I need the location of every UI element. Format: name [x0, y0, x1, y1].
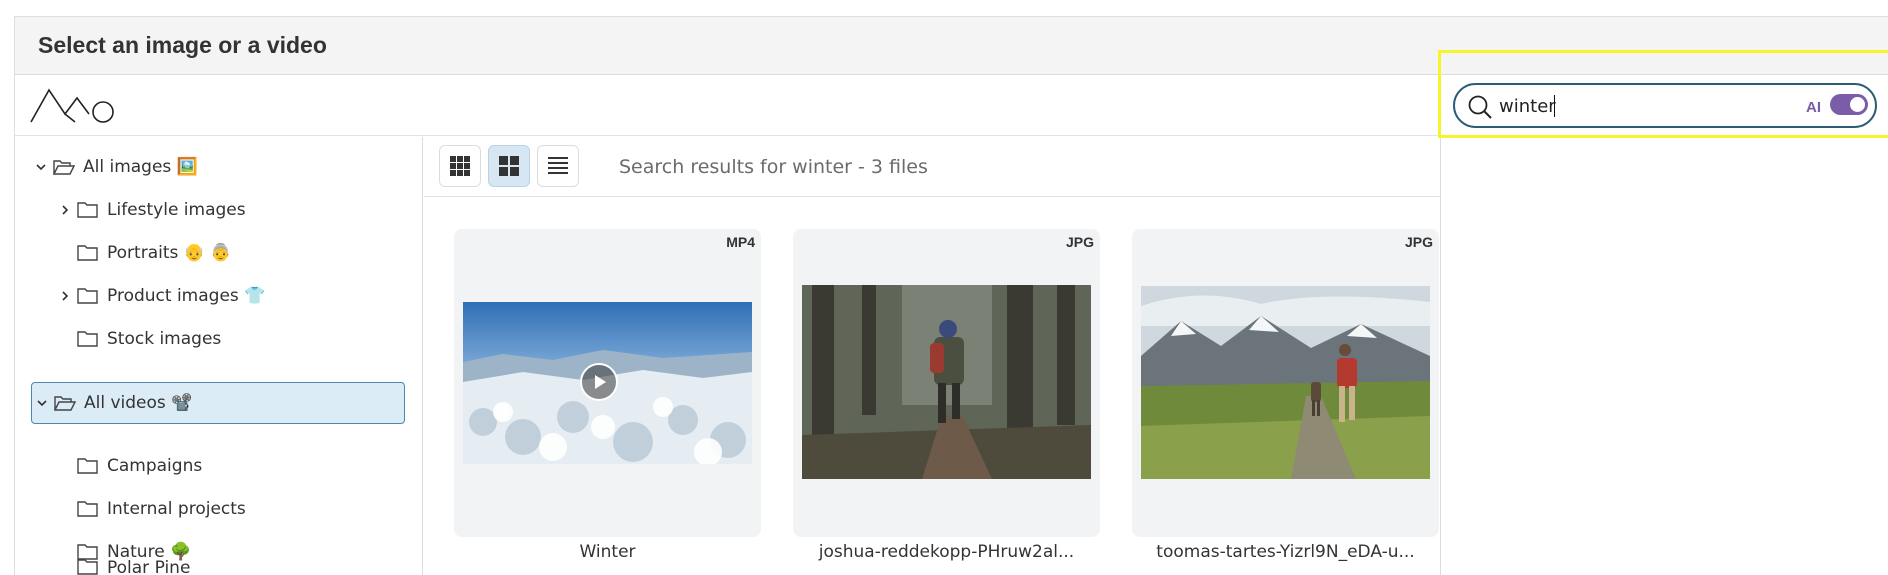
folder-tree: All images 🖼️ Lifestyle images Portraits…	[15, 137, 423, 575]
folder-icon	[77, 457, 99, 475]
grid-large-icon	[499, 156, 519, 176]
file-name: joshua-reddekopp-PHruw2al...	[818, 542, 1075, 562]
tree-item-campaigns[interactable]: Campaigns	[77, 446, 387, 486]
file-name: toomas-tartes-Yizrl9N_eDA-u...	[1156, 542, 1415, 562]
chevron-right-icon[interactable]	[59, 290, 71, 302]
tree-item-internal-projects[interactable]: Internal projects	[77, 489, 387, 529]
list-view-button[interactable]	[537, 145, 579, 187]
file-card-toomas-tartes[interactable]: JPG	[1132, 229, 1439, 537]
search-results-summary: Search results for winter - 3 files	[619, 156, 928, 178]
folder-open-icon	[53, 158, 75, 176]
image-thumbnail	[802, 285, 1091, 479]
view-toolbar: Search results for winter - 3 files	[424, 137, 1440, 197]
play-icon[interactable]	[580, 363, 618, 401]
tree-item-label: Polar Pine	[107, 558, 191, 575]
tree-item-label: Internal projects	[107, 499, 246, 519]
text-caret	[1554, 95, 1555, 117]
tree-item-label: All images 🖼️	[83, 157, 198, 177]
ai-search-label: AI	[1806, 99, 1821, 116]
tree-item-label: Lifestyle images	[107, 200, 246, 220]
search-box[interactable]: AI	[1453, 83, 1877, 128]
tree-item-label: All videos 📽️	[84, 393, 193, 413]
small-grid-view-button[interactable]	[439, 145, 481, 187]
file-browser: Search results for winter - 3 files MP4	[424, 137, 1441, 575]
chevron-down-icon[interactable]	[35, 161, 47, 173]
brand-logo-icon	[30, 88, 114, 123]
file-type-badge: MP4	[726, 234, 755, 250]
tree-item-stock-images[interactable]: Stock images	[77, 319, 387, 359]
tree-item-label: Portraits 👴 👵	[107, 243, 232, 263]
tree-item-lifestyle-images[interactable]: Lifestyle images	[59, 190, 389, 230]
search-icon	[1468, 95, 1492, 119]
toggle-knob	[1850, 97, 1865, 112]
tree-item-product-images[interactable]: Product images 👕	[59, 276, 389, 316]
tree-item-all-videos[interactable]: All videos 📽️	[31, 382, 405, 424]
file-name: Winter	[579, 542, 636, 562]
file-card-winter[interactable]: MP4	[454, 229, 761, 537]
grid-small-icon	[450, 156, 470, 176]
folder-icon	[77, 558, 99, 575]
folder-open-icon	[54, 394, 76, 412]
ai-search-toggle[interactable]	[1830, 94, 1868, 115]
tree-item-polar-pine[interactable]: Polar Pine	[77, 555, 387, 575]
folder-icon	[77, 500, 99, 518]
file-card-joshua-reddekopp[interactable]: JPG	[793, 229, 1100, 537]
tree-item-label: Stock images	[107, 329, 222, 349]
search-input[interactable]	[1499, 93, 1799, 119]
chevron-down-icon[interactable]	[36, 397, 48, 409]
list-icon	[548, 157, 568, 174]
folder-icon	[77, 244, 99, 262]
chevron-right-icon[interactable]	[59, 204, 71, 216]
file-type-badge: JPG	[1065, 234, 1094, 250]
large-grid-view-button[interactable]	[488, 145, 530, 187]
image-thumbnail	[1141, 286, 1430, 479]
folder-icon	[77, 287, 99, 305]
tree-item-label: Product images 👕	[107, 286, 266, 306]
file-type-badge: JPG	[1404, 234, 1433, 250]
tree-item-all-images[interactable]: All images 🖼️	[35, 147, 395, 187]
dialog-title: Select an image or a video	[38, 32, 327, 58]
tree-item-portraits[interactable]: Portraits 👴 👵	[77, 233, 387, 273]
tree-item-label: Campaigns	[107, 456, 203, 476]
folder-icon	[77, 330, 99, 348]
folder-icon	[77, 201, 99, 219]
